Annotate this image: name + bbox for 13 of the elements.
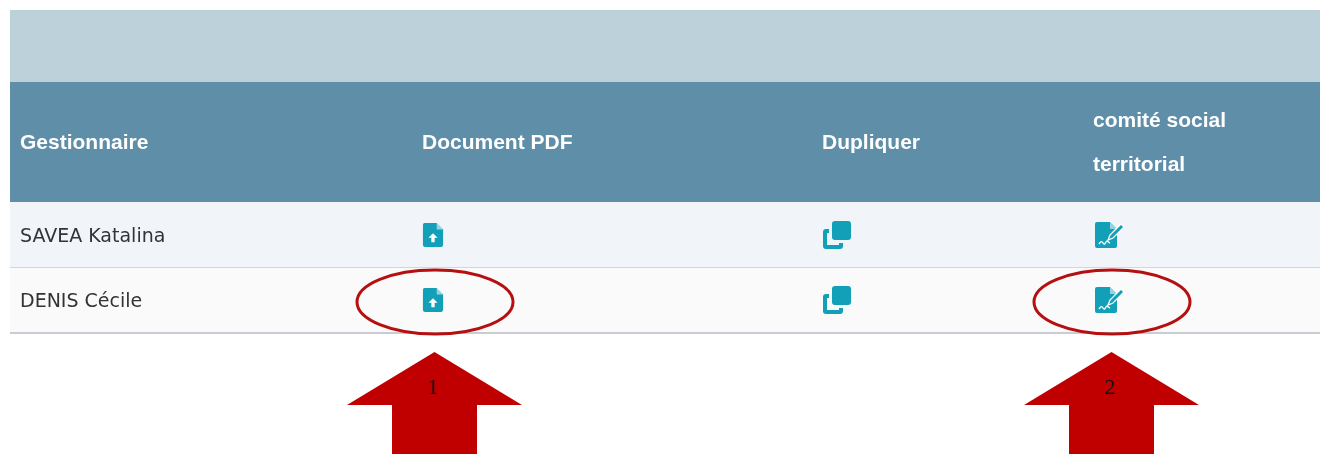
duplicate-icon[interactable] [822,219,852,250]
upload-file-icon[interactable] [422,220,444,249]
duplicate-icon[interactable] [822,285,852,315]
column-header: comité social territorial [1093,107,1228,177]
column-header: Dupliquer [822,129,920,155]
document-signature-icon[interactable] [1093,220,1127,249]
table-cell: SAVEA Katalina [20,223,166,246]
upload-file-icon[interactable] [422,286,444,314]
annotation-number: 1 [426,374,440,400]
annotation-number: 2 [1103,374,1117,400]
table-cell: DENIS Cécile [20,289,143,311]
column-header: Document PDF [422,129,573,155]
column-header: Gestionnaire [20,129,149,155]
